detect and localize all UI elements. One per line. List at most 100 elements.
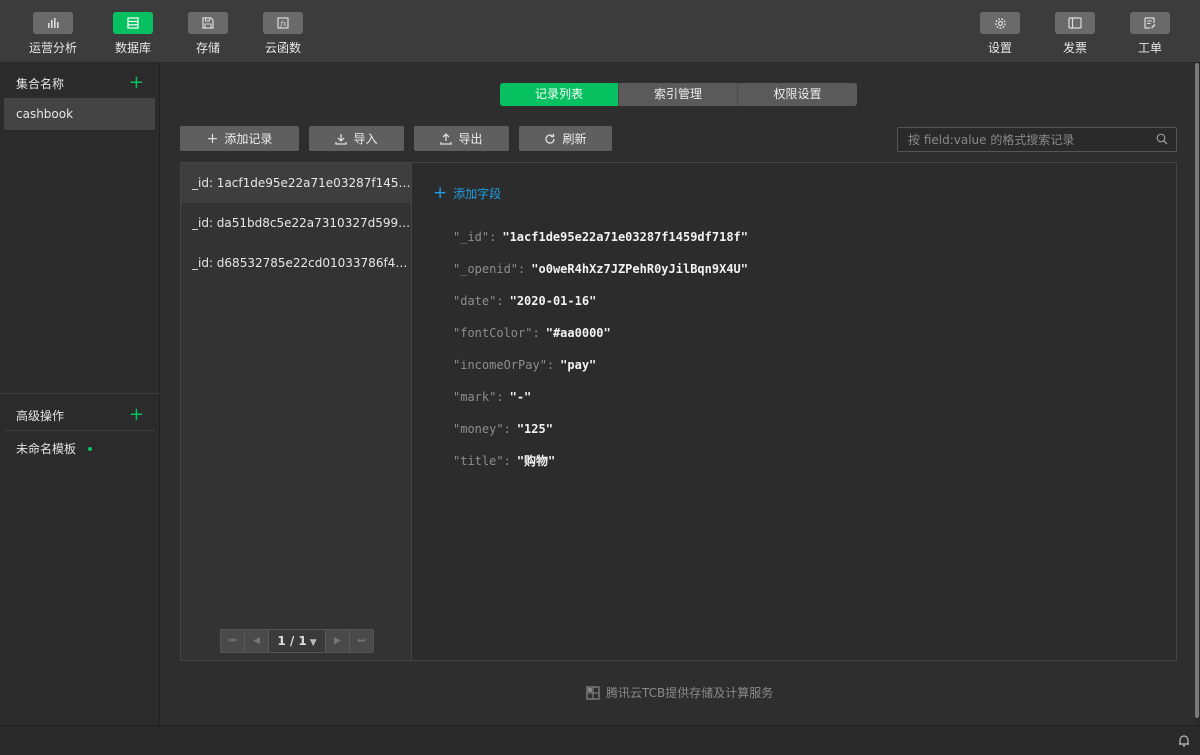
list-item[interactable]: _id: da51bd8c5e22a7310327d5995b6e2f41: [181, 203, 411, 243]
status-bar: [0, 725, 1200, 755]
collections-title: 集合名称: [16, 76, 65, 91]
import-label: 导入: [353, 132, 378, 146]
next-page-button[interactable]: ▶: [325, 630, 349, 652]
field-row[interactable]: "_id": "1acf1de95e22a71e03287f1459df718f": [453, 227, 748, 259]
add-template-plus-icon[interactable]: +: [129, 406, 144, 424]
tab-permissions[interactable]: 权限设置: [738, 83, 857, 106]
add-record-button[interactable]: + 添加记录: [180, 126, 299, 151]
list-item[interactable]: _id: 1acf1de95e22a71e03287f1459df718f: [181, 163, 411, 203]
field-row[interactable]: "money": "125": [453, 419, 748, 451]
template-item-label: 未命名模板: [16, 442, 77, 456]
field-row[interactable]: "fontColor": "#aa0000": [453, 323, 748, 355]
collection-item-cashbook[interactable]: cashbook: [4, 98, 155, 130]
first-page-button[interactable]: ⏮: [221, 630, 245, 652]
toolbar-ticket-label: 工单: [1137, 41, 1162, 55]
field-key: "date": [453, 294, 497, 308]
upload-icon: [440, 132, 453, 145]
sidebar: 集合名称 + cashbook 高级操作 + 未命名模板: [0, 63, 160, 725]
add-collection-plus-icon[interactable]: +: [129, 74, 144, 92]
advanced-title: 高级操作: [16, 408, 65, 423]
toolbar-invoice-label: 发票: [1062, 41, 1087, 55]
field-value: "-": [509, 390, 532, 404]
pagination: ⏮ ◀ 1 / 1 ▼ ▶ ⏭: [220, 629, 374, 653]
ticket-icon: [1144, 17, 1156, 29]
sidebar-divider: [0, 393, 160, 394]
field-row[interactable]: "title": "购物": [453, 451, 748, 483]
bar-chart-icon: [48, 18, 59, 28]
chevron-down-icon: ▼: [309, 638, 317, 648]
field-value: "#aa0000": [545, 326, 611, 340]
storage-icon: [202, 17, 214, 29]
page-indicator: 1 / 1: [277, 634, 307, 648]
toolbar-storage-button[interactable]: 存储: [173, 12, 243, 56]
collections-header: 集合名称 +: [0, 65, 160, 101]
toolbar-cloud-function-button[interactable]: fx 云函数: [248, 12, 318, 56]
footer-brand-text: 腾讯云TCB提供存储及计算服务: [606, 686, 774, 700]
toolbar-ticket-button[interactable]: 工单: [1115, 12, 1185, 56]
template-item[interactable]: 未命名模板: [16, 440, 93, 457]
tab-indexes[interactable]: 索引管理: [619, 83, 738, 106]
field-key: "_openid": [453, 262, 519, 276]
svg-text:fx: fx: [279, 20, 287, 28]
database-icon: [127, 17, 139, 29]
main-content: 记录列表 索引管理 权限设置 + 添加记录 导入 导出 刷新 按 field:v…: [161, 63, 1194, 725]
toolbar-analytics-label: 运营分析: [28, 41, 77, 55]
tencent-cloud-logo-icon: [586, 685, 600, 700]
view-tabs: 记录列表 索引管理 权限设置: [500, 83, 857, 106]
toolbar-storage-label: 存储: [195, 41, 220, 55]
field-row[interactable]: "incomeOrPay": "pay": [453, 355, 748, 387]
refresh-button[interactable]: 刷新: [519, 126, 612, 151]
cloud-function-icon: fx: [277, 17, 289, 29]
tab-records[interactable]: 记录列表: [500, 83, 619, 106]
scrollbar-thumb[interactable]: [1195, 63, 1199, 718]
toolbar-invoice-button[interactable]: 发票: [1040, 12, 1110, 56]
field-value: "购物": [516, 454, 556, 468]
list-item[interactable]: _id: d68532785e22cd01033786f4290c1a2b: [181, 243, 411, 283]
add-field-button[interactable]: + 添加字段: [433, 185, 501, 202]
bell-icon[interactable]: [1178, 734, 1190, 747]
field-value: "o0weR4hXz7JZPehR0yJilBqn9X4U": [531, 262, 749, 276]
field-row[interactable]: "date": "2020-01-16": [453, 291, 748, 323]
export-button[interactable]: 导出: [414, 126, 509, 151]
export-label: 导出: [458, 132, 483, 146]
field-key: "incomeOrPay": [453, 358, 547, 372]
prev-page-button[interactable]: ◀: [245, 630, 269, 652]
records-panel: _id: 1acf1de95e22a71e03287f1459df718f _i…: [180, 162, 1177, 661]
page-selector[interactable]: 1 / 1 ▼: [269, 630, 325, 652]
search-input[interactable]: 按 field:value 的格式搜索记录: [897, 127, 1177, 152]
window-scrollbar[interactable]: [1194, 63, 1200, 725]
search-icon[interactable]: [1156, 133, 1168, 145]
toolbar-database-label: 数据库: [114, 41, 151, 55]
add-field-label: 添加字段: [453, 187, 502, 201]
field-value: "2020-01-16": [509, 294, 597, 308]
toolbar-database-button[interactable]: 数据库: [98, 12, 168, 56]
record-list: _id: 1acf1de95e22a71e03287f1459df718f _i…: [181, 163, 412, 660]
advanced-header: 高级操作 +: [0, 397, 160, 433]
last-page-button[interactable]: ⏭: [349, 630, 373, 652]
refresh-icon: [545, 133, 556, 144]
unsaved-dot-icon: [88, 446, 93, 451]
field-value: "pay": [560, 358, 597, 372]
field-key: "title": [453, 454, 504, 468]
plus-icon: +: [433, 183, 448, 203]
toolbar-settings-label: 设置: [987, 41, 1012, 55]
field-key: "money": [453, 422, 504, 436]
field-key: "_id": [453, 230, 490, 244]
toolbar-settings-button[interactable]: 设置: [965, 12, 1035, 56]
add-record-label: 添加记录: [224, 132, 273, 146]
field-value: "1acf1de95e22a71e03287f1459df718f": [502, 230, 748, 244]
search-placeholder: 按 field:value 的格式搜索记录: [908, 133, 1075, 147]
field-key: "fontColor": [453, 326, 533, 340]
toolbar-analytics-button[interactable]: 运营分析: [18, 12, 88, 56]
import-button[interactable]: 导入: [309, 126, 404, 151]
record-detail: + 添加字段 "_id": "1acf1de95e22a71e03287f1459…: [413, 163, 1176, 660]
refresh-label: 刷新: [562, 132, 587, 146]
top-toolbar: 运营分析 数据库 存储 fx 云函数 设置 发票 工单: [0, 0, 1200, 63]
toolbar-cloud-function-label: 云函数: [264, 41, 301, 55]
field-key: "mark": [453, 390, 497, 404]
footer-brand: 腾讯云TCB提供存储及计算服务: [586, 684, 773, 701]
gear-icon: [994, 17, 1006, 29]
field-row[interactable]: "mark": "-": [453, 387, 748, 419]
plus-icon: +: [206, 130, 219, 147]
field-row[interactable]: "_openid": "o0weR4hXz7JZPehR0yJilBqn9X4U": [453, 259, 748, 291]
